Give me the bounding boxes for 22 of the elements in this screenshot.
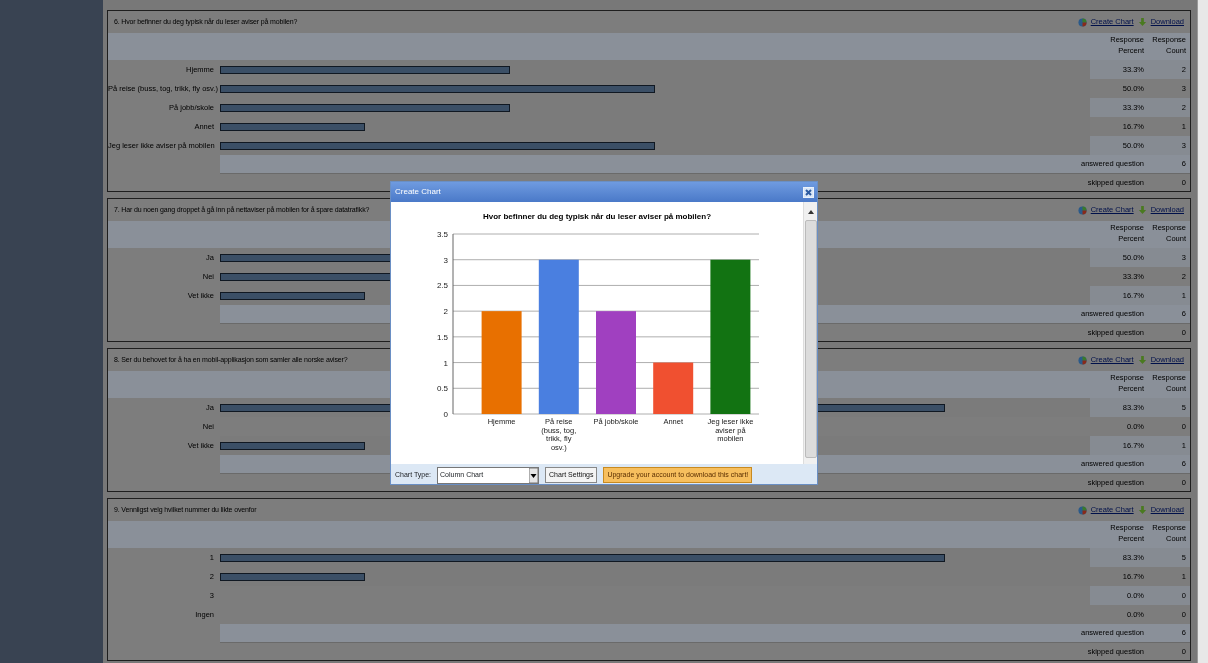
y-tick-label: 3.5 [436, 230, 448, 239]
y-tick-label: 1.5 [436, 332, 448, 342]
pie-chart-icon[interactable] [1077, 17, 1087, 27]
pie-chart-icon[interactable] [1077, 355, 1087, 365]
download-icon[interactable] [1137, 17, 1147, 27]
scroll-up-icon[interactable] [806, 208, 815, 216]
y-tick-label: 2 [443, 307, 448, 317]
y-tick-label: 0.5 [436, 384, 448, 394]
download-icon[interactable] [1137, 355, 1147, 365]
pie-chart-icon[interactable] [1077, 205, 1087, 215]
dropdown-icon[interactable] [529, 467, 539, 483]
close-icon[interactable] [803, 186, 814, 198]
download-icon[interactable] [1137, 505, 1147, 515]
y-tick-label: 0 [443, 410, 448, 419]
pie-chart-icon[interactable] [1077, 505, 1087, 515]
y-tick-label: 2.5 [436, 281, 448, 291]
chart-bar [653, 362, 694, 414]
chart-title: Hvor befinner du deg typisk når du leser aviser på mobilen? [482, 212, 712, 221]
y-tick-label: 3 [443, 255, 448, 265]
scroll-thumb[interactable] [804, 220, 817, 458]
y-tick-label: 1 [443, 358, 448, 368]
download-icon[interactable] [1137, 205, 1147, 215]
